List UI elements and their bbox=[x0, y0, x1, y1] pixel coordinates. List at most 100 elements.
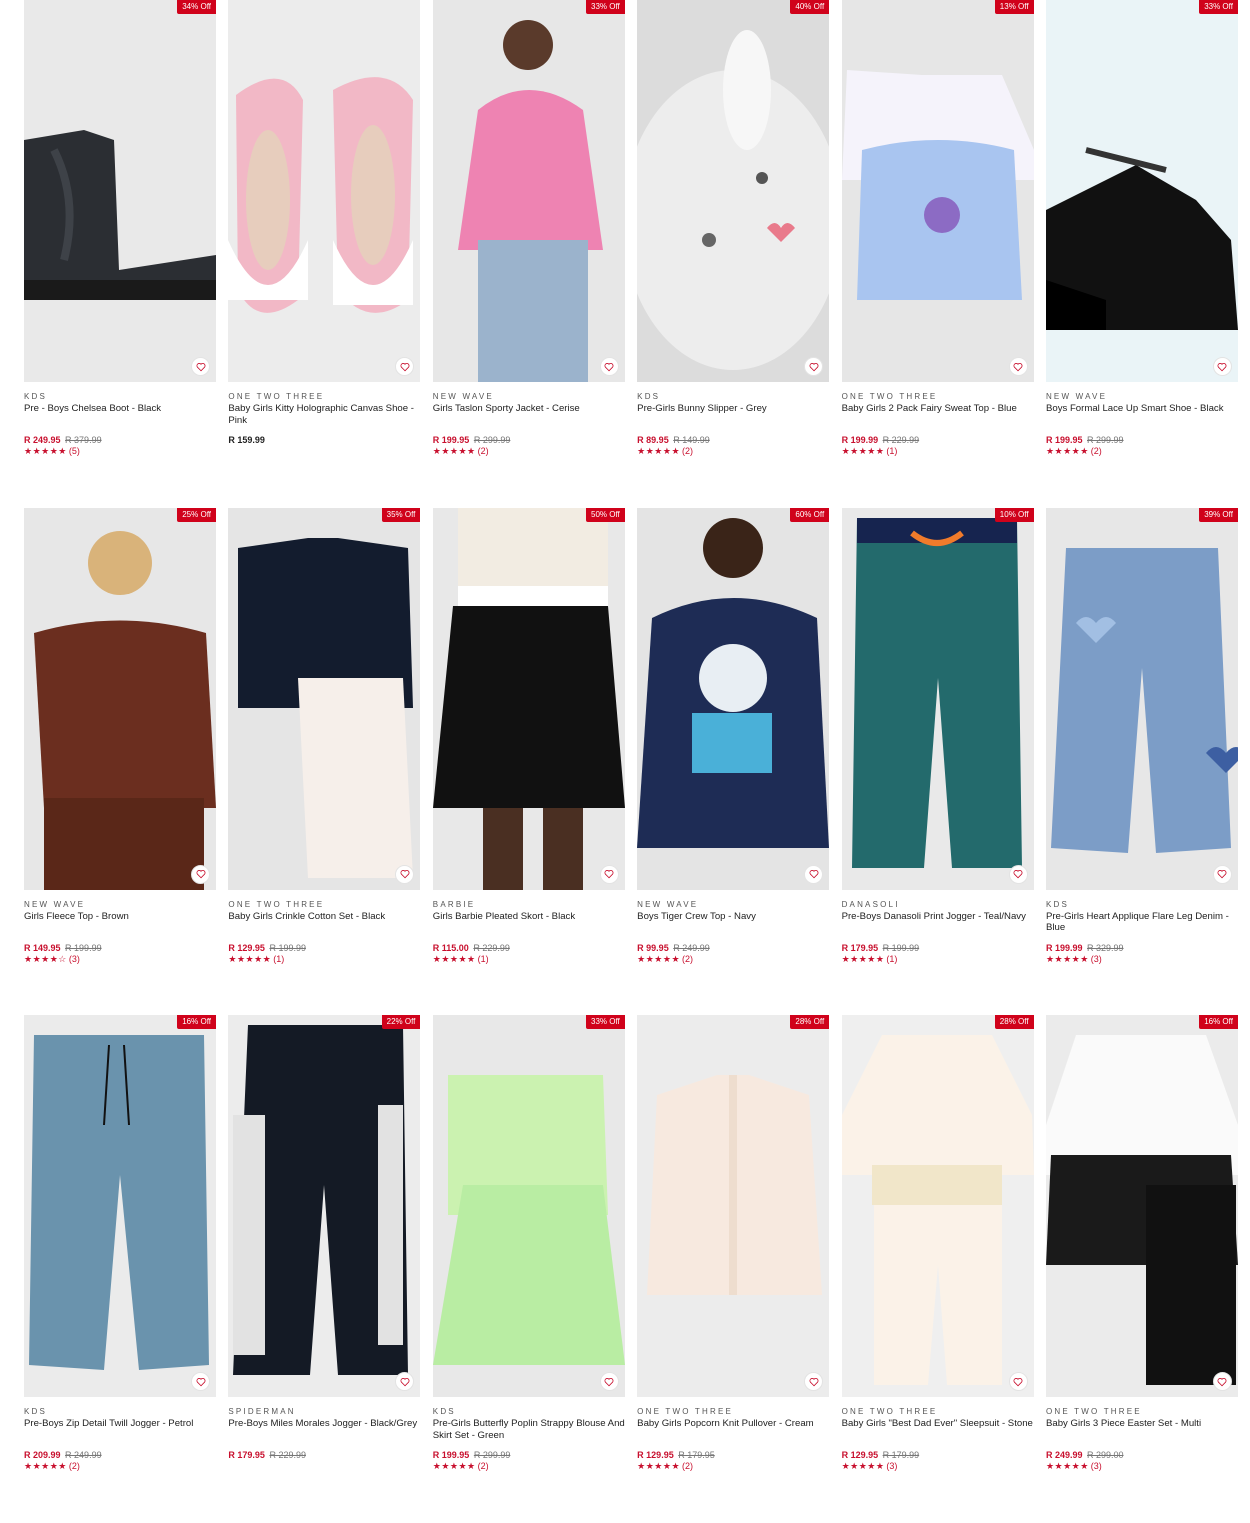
wishlist-button[interactable] bbox=[599, 357, 619, 376]
product-image[interactable]: 60% Off bbox=[637, 507, 830, 890]
product-brand[interactable]: SPIDERMAN bbox=[228, 1407, 420, 1417]
product-name[interactable]: Baby Girls 3 Piece Easter Set - Multi bbox=[1046, 1418, 1238, 1450]
product-image[interactable]: 33% Off bbox=[432, 1015, 625, 1397]
rating[interactable]: ★★★★★ (2) bbox=[637, 954, 829, 964]
wishlist-button[interactable] bbox=[1008, 357, 1028, 376]
product-card[interactable]: 28% Off ONE TWO THREE Baby Girls Popcorn… bbox=[637, 1015, 830, 1523]
product-image[interactable]: 33% Off bbox=[1045, 0, 1238, 382]
product-brand[interactable]: KDS bbox=[433, 1407, 625, 1417]
product-image[interactable]: 25% Off bbox=[24, 507, 216, 890]
product-image[interactable]: 50% Off bbox=[432, 507, 625, 890]
product-image[interactable]: 35% Off bbox=[228, 507, 421, 890]
product-brand[interactable]: ONE TWO THREE bbox=[1046, 1407, 1238, 1417]
product-image[interactable]: 22% Off bbox=[228, 1015, 421, 1397]
product-card[interactable]: 16% Off ONE TWO THREE Baby Girls 3 Piece… bbox=[1045, 1015, 1238, 1523]
product-brand[interactable]: ONE TWO THREE bbox=[637, 1407, 829, 1417]
wishlist-button[interactable] bbox=[191, 1372, 210, 1391]
product-brand[interactable]: BARBIE bbox=[433, 900, 625, 910]
product-card[interactable]: 25% Off NEW WAVE Girls Fleece Top - Brow… bbox=[24, 507, 216, 1016]
product-name[interactable]: Baby Girls Popcorn Knit Pullover - Cream bbox=[637, 1418, 829, 1450]
product-name[interactable]: Girls Barbie Pleated Skort - Black bbox=[433, 911, 625, 943]
product-brand[interactable]: KDS bbox=[24, 1407, 216, 1417]
rating[interactable]: ★★★★★ (2) bbox=[1046, 446, 1238, 456]
rating[interactable]: ★★★★★ (2) bbox=[637, 446, 829, 456]
product-card[interactable]: 50% Off BARBIE Girls Barbie Pleated Skor… bbox=[432, 507, 625, 1016]
product-card[interactable]: 39% Off KDS Pre-Girls Heart Applique Fla… bbox=[1045, 507, 1238, 1016]
product-brand[interactable]: NEW WAVE bbox=[433, 392, 625, 402]
product-name[interactable]: Baby Girls 2 Pack Fairy Sweat Top - Blue bbox=[842, 403, 1034, 435]
product-name[interactable]: Pre-Boys Danasoli Print Jogger - Teal/Na… bbox=[842, 911, 1034, 943]
wishlist-button[interactable] bbox=[804, 864, 824, 884]
product-card[interactable]: 35% Off ONE TWO THREE Baby Girls Crinkle… bbox=[228, 507, 421, 1016]
product-name[interactable]: Boys Formal Lace Up Smart Shoe - Black bbox=[1046, 403, 1238, 435]
wishlist-button[interactable] bbox=[1212, 1372, 1232, 1391]
product-card[interactable]: 22% Off SPIDERMAN Pre-Boys Miles Morales… bbox=[228, 1015, 421, 1523]
rating[interactable]: ★★★★★ (3) bbox=[1046, 954, 1238, 964]
product-brand[interactable]: KDS bbox=[24, 392, 216, 402]
product-name[interactable]: Baby Girls Kitty Holographic Canvas Shoe… bbox=[228, 403, 420, 435]
product-brand[interactable]: KDS bbox=[1046, 900, 1238, 910]
product-image[interactable]: 33% Off bbox=[432, 0, 625, 382]
product-card[interactable]: 60% Off NEW WAVE Boys Tiger Crew Top - N… bbox=[637, 507, 830, 1016]
product-name[interactable]: Pre - Boys Chelsea Boot - Black bbox=[24, 403, 216, 435]
product-brand[interactable]: ONE TWO THREE bbox=[842, 1407, 1034, 1417]
product-image[interactable]: 28% Off bbox=[841, 1015, 1034, 1397]
product-card[interactable]: ONE TWO THREE Baby Girls Kitty Holograph… bbox=[228, 0, 421, 508]
wishlist-button[interactable] bbox=[1008, 1372, 1028, 1391]
product-brand[interactable]: NEW WAVE bbox=[1046, 392, 1238, 402]
wishlist-button[interactable] bbox=[599, 1372, 619, 1391]
product-name[interactable]: Boys Tiger Crew Top - Navy bbox=[637, 911, 829, 943]
product-image[interactable]: 28% Off bbox=[637, 1015, 830, 1397]
product-image[interactable]: 40% Off bbox=[637, 0, 830, 382]
product-name[interactable]: Pre-Boys Zip Detail Twill Jogger - Petro… bbox=[24, 1418, 216, 1450]
rating[interactable]: ★★★★★ (1) bbox=[842, 446, 1034, 456]
rating[interactable]: ★★★★★ (5) bbox=[24, 446, 216, 456]
rating[interactable]: ★★★★★ (2) bbox=[433, 1461, 625, 1471]
rating[interactable]: ★★★★★ (1) bbox=[842, 954, 1034, 964]
product-card[interactable]: 33% Off KDS Pre-Girls Butterfly Poplin S… bbox=[432, 1015, 625, 1523]
product-image[interactable]: 16% Off bbox=[1045, 1015, 1238, 1397]
product-brand[interactable]: NEW WAVE bbox=[637, 900, 829, 910]
wishlist-button[interactable] bbox=[599, 864, 619, 884]
product-image[interactable]: 39% Off bbox=[1045, 507, 1238, 890]
product-brand[interactable]: ONE TWO THREE bbox=[228, 392, 420, 402]
product-image[interactable]: 16% Off bbox=[24, 1015, 216, 1397]
product-image[interactable]: 10% Off bbox=[841, 507, 1034, 890]
rating[interactable]: ★★★★★ (2) bbox=[433, 446, 625, 456]
product-brand[interactable]: ONE TWO THREE bbox=[842, 392, 1034, 402]
product-card[interactable]: 33% Off NEW WAVE Boys Formal Lace Up Sma… bbox=[1045, 0, 1238, 508]
product-card[interactable]: 13% Off ONE TWO THREE Baby Girls 2 Pack … bbox=[841, 0, 1034, 508]
product-card[interactable]: 33% Off NEW WAVE Girls Taslon Sporty Jac… bbox=[432, 0, 625, 508]
product-name[interactable]: Girls Fleece Top - Brown bbox=[24, 911, 216, 943]
product-name[interactable]: Girls Taslon Sporty Jacket - Cerise bbox=[433, 403, 625, 435]
product-image[interactable]: 34% Off bbox=[24, 0, 216, 382]
product-card[interactable]: 10% Off DANASOLI Pre-Boys Danasoli Print… bbox=[841, 507, 1034, 1016]
rating[interactable]: ★★★★★ (3) bbox=[842, 1461, 1034, 1471]
product-name[interactable]: Pre-Girls Heart Applique Flare Leg Denim… bbox=[1046, 911, 1238, 943]
wishlist-button[interactable] bbox=[395, 864, 415, 884]
product-image[interactable]: 13% Off bbox=[841, 0, 1034, 382]
rating[interactable]: ★★★★★ (2) bbox=[637, 1461, 829, 1471]
wishlist-button[interactable] bbox=[1212, 864, 1232, 884]
product-brand[interactable]: NEW WAVE bbox=[24, 900, 216, 910]
rating[interactable]: ★★★★★ (1) bbox=[433, 954, 625, 964]
product-card[interactable]: 16% Off KDS Pre-Boys Zip Detail Twill Jo… bbox=[24, 1015, 216, 1523]
product-name[interactable]: Pre-Girls Bunny Slipper - Grey bbox=[637, 403, 829, 435]
product-brand[interactable]: KDS bbox=[637, 392, 829, 402]
product-brand[interactable]: ONE TWO THREE bbox=[228, 900, 420, 910]
wishlist-button[interactable] bbox=[1212, 357, 1232, 376]
wishlist-button[interactable] bbox=[191, 864, 210, 884]
product-card[interactable]: 40% Off KDS Pre-Girls Bunny Slipper - Gr… bbox=[637, 0, 830, 508]
product-card[interactable]: 28% Off ONE TWO THREE Baby Girls "Best D… bbox=[841, 1015, 1034, 1523]
wishlist-button[interactable] bbox=[1008, 864, 1028, 884]
rating[interactable]: ★★★★☆ (3) bbox=[24, 954, 216, 964]
product-image[interactable] bbox=[228, 0, 421, 382]
product-brand[interactable]: DANASOLI bbox=[842, 900, 1034, 910]
product-name[interactable]: Baby Girls "Best Dad Ever" Sleepsuit - S… bbox=[842, 1418, 1034, 1450]
wishlist-button[interactable] bbox=[191, 357, 210, 376]
product-name[interactable]: Pre-Boys Miles Morales Jogger - Black/Gr… bbox=[228, 1418, 420, 1450]
product-name[interactable]: Pre-Girls Butterfly Poplin Strappy Blous… bbox=[433, 1418, 625, 1450]
product-name[interactable]: Baby Girls Crinkle Cotton Set - Black bbox=[228, 911, 420, 943]
rating[interactable]: ★★★★★ (1) bbox=[228, 954, 420, 964]
rating[interactable]: ★★★★★ (2) bbox=[24, 1461, 216, 1471]
